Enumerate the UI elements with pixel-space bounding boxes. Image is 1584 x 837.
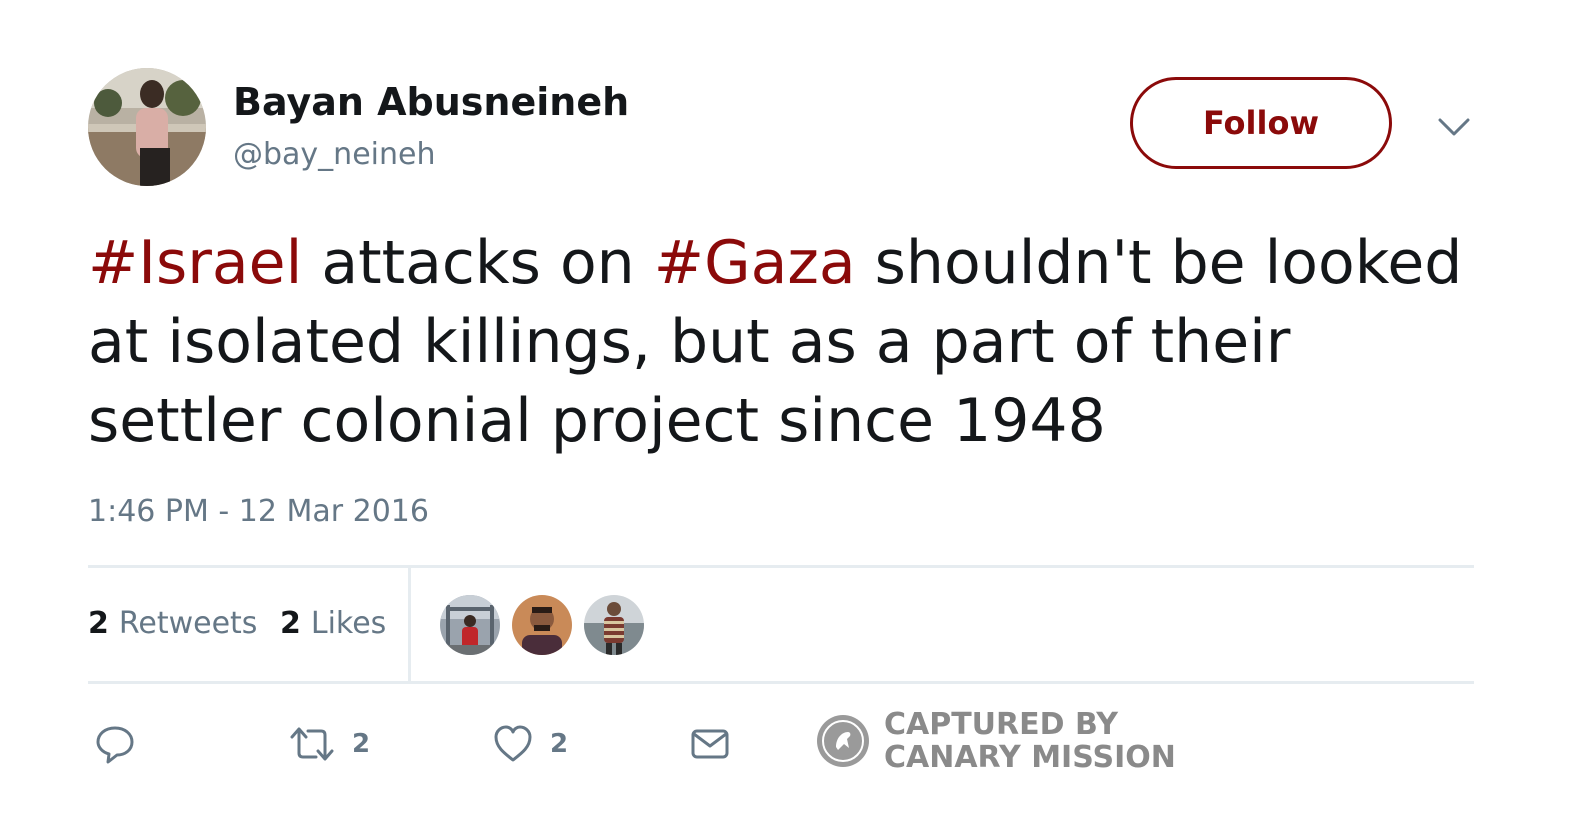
tweet-text: #Israel attacks on #Gaza shouldn't be lo… [88, 224, 1488, 461]
hashtag-link[interactable]: #Israel [88, 228, 302, 298]
like-button[interactable]: 2 [492, 720, 568, 768]
user-handle[interactable]: @bay_neineh [233, 136, 435, 174]
likes-stat[interactable]: 2 Likes [280, 604, 386, 644]
heart-icon [494, 725, 532, 762]
canary-logo-icon [817, 715, 869, 767]
follow-button[interactable]: Follow [1130, 77, 1392, 169]
hashtag-link[interactable]: #Gaza [654, 228, 856, 298]
display-name[interactable]: Bayan Abusneineh [233, 78, 629, 126]
retweets-count: 2 [88, 606, 109, 641]
stats-divider [408, 568, 411, 681]
reply-icon [96, 726, 134, 764]
chevron-down-icon[interactable] [1434, 112, 1474, 142]
likes-label: Likes [310, 606, 387, 641]
watermark-text: CAPTURED BY CANARY MISSION [884, 708, 1176, 774]
tweet-timestamp[interactable]: 1:46 PM - 12 Mar 2016 [88, 492, 429, 532]
reply-button[interactable] [94, 720, 136, 768]
watermark-line2: CANARY MISSION [884, 740, 1176, 775]
profile-avatar[interactable] [88, 68, 206, 186]
retweets-stat[interactable]: 2 Retweets [88, 604, 257, 644]
divider [88, 681, 1474, 684]
likes-count: 2 [280, 606, 301, 641]
retweet-count: 2 [352, 729, 371, 759]
divider [88, 565, 1474, 568]
tweet-text-segment: attacks on [302, 228, 654, 298]
retweets-label: Retweets [118, 606, 258, 641]
liker-avatar[interactable] [512, 595, 572, 655]
envelope-icon [691, 729, 729, 759]
liker-avatar[interactable] [440, 595, 500, 655]
liker-avatar[interactable] [584, 595, 644, 655]
like-count: 2 [550, 729, 569, 759]
retweet-icon [290, 727, 334, 761]
direct-message-button[interactable] [690, 720, 730, 768]
retweet-button[interactable]: 2 [288, 720, 370, 768]
watermark-line1: CAPTURED BY [884, 707, 1118, 742]
watermark: CAPTURED BY CANARY MISSION [816, 708, 1176, 774]
